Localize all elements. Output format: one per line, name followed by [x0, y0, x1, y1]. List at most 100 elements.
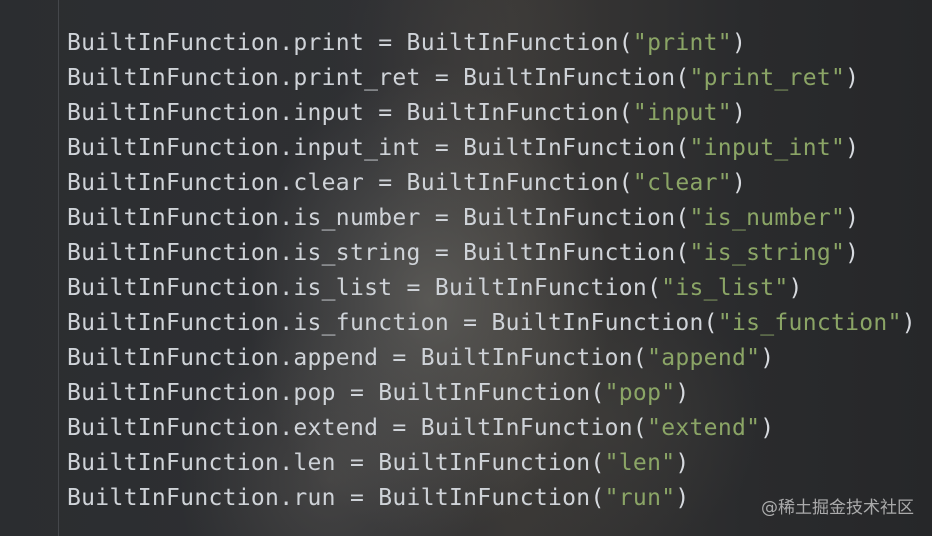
code-line[interactable]: BuiltInFunction.is_function = BuiltInFun…: [67, 306, 916, 341]
constructor-name: BuiltInFunction: [420, 345, 633, 371]
assignment-target: BuiltInFunction.len: [67, 450, 336, 476]
constructor-name: BuiltInFunction: [420, 415, 633, 441]
assignment-operator: =: [420, 205, 464, 231]
constructor-name: BuiltInFunction: [406, 100, 619, 126]
assignment-operator: =: [364, 100, 407, 126]
open-paren: (: [590, 380, 605, 406]
assignment-target: BuiltInFunction.is_string: [67, 240, 421, 266]
code-block[interactable]: BuiltInFunction.print = BuiltInFunction(…: [67, 26, 916, 516]
open-paren: (: [618, 100, 633, 126]
close-paren: ): [760, 345, 775, 371]
assignment-operator: =: [378, 415, 421, 441]
string-literal: "input_int": [689, 135, 846, 161]
assignment-operator: =: [335, 450, 379, 476]
assignment-operator: =: [364, 30, 407, 56]
code-line[interactable]: BuiltInFunction.is_number = BuiltInFunct…: [67, 201, 916, 236]
assignment-target: BuiltInFunction.is_function: [67, 310, 449, 336]
string-literal: "extend": [647, 415, 761, 441]
assignment-operator: =: [420, 240, 464, 266]
string-literal: "is_number": [689, 205, 846, 231]
close-paren: ): [845, 205, 860, 231]
constructor-name: BuiltInFunction: [434, 275, 648, 301]
assignment-target: BuiltInFunction.is_list: [67, 275, 393, 301]
close-paren: ): [760, 415, 775, 441]
assignment-operator: =: [392, 275, 435, 301]
assignment-target: BuiltInFunction.input: [67, 100, 365, 126]
code-line[interactable]: BuiltInFunction.input_int = BuiltInFunct…: [67, 131, 916, 166]
code-line[interactable]: BuiltInFunction.print_ret = BuiltInFunct…: [67, 61, 916, 96]
string-literal: "print_ret": [689, 65, 846, 91]
code-line[interactable]: BuiltInFunction.extend = BuiltInFunction…: [67, 411, 916, 446]
open-paren: (: [590, 450, 605, 476]
string-literal: "is_list": [661, 275, 789, 301]
assignment-target: BuiltInFunction.print: [67, 30, 365, 56]
code-line[interactable]: BuiltInFunction.is_list = BuiltInFunctio…: [67, 271, 916, 306]
open-paren: (: [647, 275, 662, 301]
assignment-target: BuiltInFunction.clear: [67, 170, 365, 196]
close-paren: ): [731, 30, 747, 56]
assignment-operator: =: [335, 485, 379, 511]
open-paren: (: [675, 240, 690, 266]
string-literal: "print": [632, 30, 732, 56]
assignment-operator: =: [364, 170, 407, 196]
open-paren: (: [703, 310, 718, 336]
code-line[interactable]: BuiltInFunction.clear = BuiltInFunction(…: [67, 166, 916, 201]
constructor-name: BuiltInFunction: [491, 310, 704, 336]
close-paren: ): [788, 275, 803, 301]
string-literal: "run": [604, 485, 676, 511]
string-literal: "is_function": [717, 310, 902, 336]
constructor-name: BuiltInFunction: [463, 205, 676, 231]
open-paren: (: [675, 135, 690, 161]
assignment-target: BuiltInFunction.extend: [67, 415, 379, 441]
assignment-operator: =: [420, 65, 464, 91]
open-paren: (: [618, 30, 633, 56]
open-paren: (: [632, 345, 648, 371]
constructor-name: BuiltInFunction: [378, 450, 591, 476]
string-literal: "input": [632, 100, 732, 126]
close-paren: ): [675, 450, 690, 476]
close-paren: ): [901, 310, 916, 336]
assignment-operator: =: [335, 380, 379, 406]
string-literal: "len": [604, 450, 676, 476]
close-paren: ): [675, 380, 690, 406]
code-editor[interactable]: BuiltInFunction.print = BuiltInFunction(…: [0, 0, 932, 536]
assignment-target: BuiltInFunction.input_int: [67, 135, 421, 161]
open-paren: (: [675, 205, 690, 231]
assignment-operator: =: [378, 345, 421, 371]
watermark: @稀土掘金技术社区: [761, 498, 914, 518]
constructor-name: BuiltInFunction: [463, 240, 676, 266]
assignment-target: BuiltInFunction.append: [67, 345, 379, 371]
constructor-name: BuiltInFunction: [463, 135, 676, 161]
code-line[interactable]: BuiltInFunction.pop = BuiltInFunction("p…: [67, 376, 916, 411]
close-paren: ): [845, 65, 860, 91]
string-literal: "is_string": [689, 240, 846, 266]
string-literal: "pop": [604, 380, 676, 406]
close-paren: ): [675, 485, 690, 511]
close-paren: ): [731, 170, 747, 196]
close-paren: ): [731, 100, 747, 126]
assignment-target: BuiltInFunction.print_ret: [67, 65, 421, 91]
close-paren: ): [845, 135, 860, 161]
constructor-name: BuiltInFunction: [378, 380, 591, 406]
assignment-target: BuiltInFunction.pop: [67, 380, 336, 406]
code-line[interactable]: BuiltInFunction.print = BuiltInFunction(…: [67, 26, 916, 61]
code-line[interactable]: BuiltInFunction.input = BuiltInFunction(…: [67, 96, 916, 131]
close-paren: ): [845, 240, 860, 266]
open-paren: (: [632, 415, 648, 441]
string-literal: "clear": [632, 170, 732, 196]
assignment-operator: =: [420, 135, 464, 161]
constructor-name: BuiltInFunction: [463, 65, 676, 91]
code-line[interactable]: BuiltInFunction.append = BuiltInFunction…: [67, 341, 916, 376]
open-paren: (: [618, 170, 633, 196]
assignment-target: BuiltInFunction.run: [67, 485, 336, 511]
constructor-name: BuiltInFunction: [406, 30, 619, 56]
open-paren: (: [675, 65, 690, 91]
code-line[interactable]: BuiltInFunction.len = BuiltInFunction("l…: [67, 446, 916, 481]
code-line[interactable]: BuiltInFunction.is_string = BuiltInFunct…: [67, 236, 916, 271]
constructor-name: BuiltInFunction: [378, 485, 591, 511]
assignment-operator: =: [448, 310, 492, 336]
assignment-target: BuiltInFunction.is_number: [67, 205, 421, 231]
gutter-divider: [58, 0, 59, 536]
string-literal: "append": [647, 345, 761, 371]
open-paren: (: [590, 485, 605, 511]
